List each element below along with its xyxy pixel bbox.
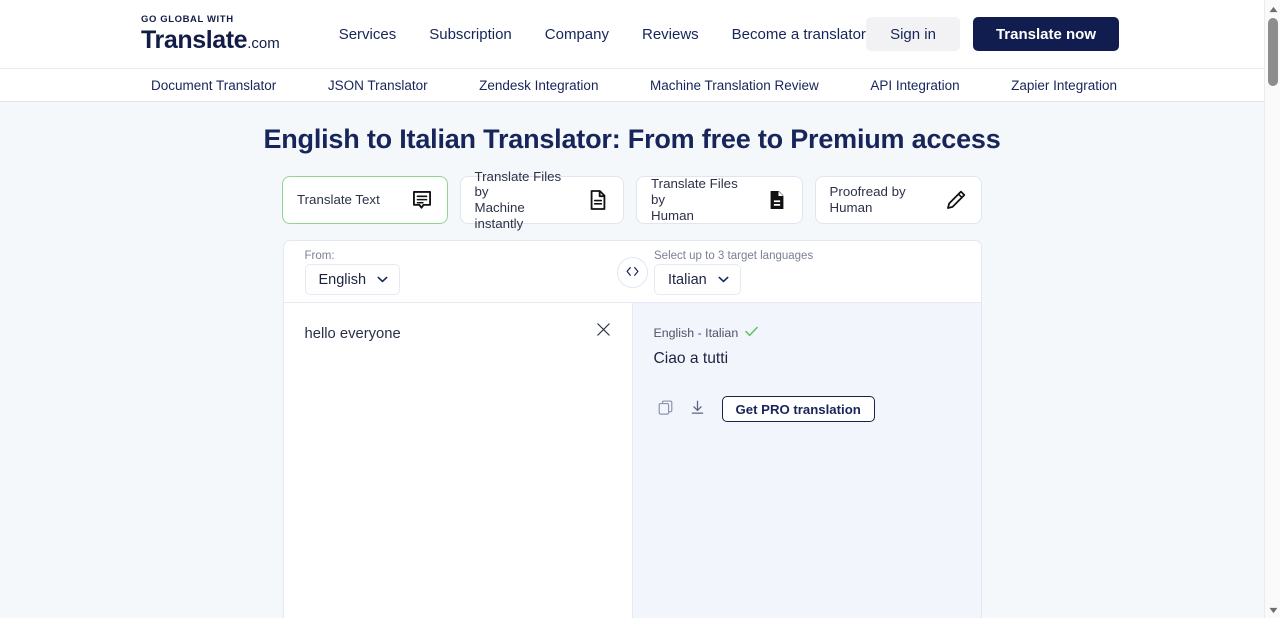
caret-down-icon (1269, 601, 1278, 618)
scroll-down-button[interactable] (1265, 601, 1280, 618)
tab-label: Proofread by Human (829, 184, 906, 215)
translation-output-panel: English - Italian Ciao a tutti Get PRO t… (632, 303, 981, 618)
source-language-select[interactable]: English (304, 264, 401, 295)
clear-text-button[interactable] (594, 319, 614, 339)
nav-item-subscription[interactable]: Subscription (429, 26, 512, 43)
copy-button[interactable] (654, 398, 677, 421)
caret-up-icon (1269, 0, 1278, 18)
page-scrollbar[interactable] (1264, 0, 1280, 618)
document-filled-icon (766, 189, 788, 211)
tab-translate-files-human[interactable]: Translate Files by Human (636, 176, 803, 224)
copy-icon (657, 399, 674, 419)
secondary-nav: Document Translator JSON Translator Zend… (0, 68, 1264, 102)
brand-suffix: .com (247, 34, 280, 52)
download-icon (689, 399, 706, 419)
header-actions: Sign in Translate now (866, 17, 1119, 51)
language-pair-row: English - Italian (654, 324, 981, 342)
language-pair-label: English - Italian (653, 326, 739, 340)
tab-translate-text[interactable]: Translate Text (282, 176, 448, 224)
subnav-item-zapier-integration[interactable]: Zapier Integration (1011, 78, 1117, 93)
scroll-up-button[interactable] (1265, 0, 1280, 17)
pencil-icon (945, 189, 967, 211)
document-outline-icon (587, 189, 609, 211)
source-language-value: English (318, 271, 367, 288)
mode-tabs: Translate Text Translate Files by Machin… (282, 169, 982, 231)
subnav-item-zendesk-integration[interactable]: Zendesk Integration (479, 78, 598, 93)
brand-tagline: GO GLOBAL WITH (141, 14, 234, 26)
nav-item-reviews[interactable]: Reviews (642, 26, 699, 43)
tab-label: Translate Text (297, 192, 380, 208)
subnav-item-api-integration[interactable]: API Integration (870, 78, 959, 93)
subnav-item-machine-translation-review[interactable]: Machine Translation Review (650, 78, 819, 93)
nav-item-company[interactable]: Company (545, 26, 609, 43)
scrollbar-thumb[interactable] (1268, 18, 1278, 86)
tab-label: Translate Files by Human (651, 176, 738, 223)
page-title: English to Italian Translator: From free… (263, 124, 1001, 154)
check-icon (745, 324, 759, 342)
subnav-item-json-translator[interactable]: JSON Translator (328, 78, 428, 93)
nav-item-become-a-translator[interactable]: Become a translator (732, 26, 866, 43)
tab-proofread-by-human[interactable]: Proofread by Human (814, 176, 982, 224)
download-button[interactable] (686, 398, 709, 421)
translated-text: Ciao a tutti (653, 350, 729, 367)
page-body: English to Italian Translator: From free… (0, 102, 1264, 618)
translation-panels: hello everyone English - Italian Ciao a … (283, 303, 981, 618)
target-language-value: Italian (668, 271, 707, 288)
target-language-column: Select up to 3 target languages Italian (631, 241, 981, 302)
translate-now-button[interactable]: Translate now (972, 17, 1119, 51)
tab-label: Translate Files by Machine instantly (474, 168, 562, 231)
chevron-down-icon (718, 276, 729, 283)
browser-viewport: GO GLOBAL WITH Translate.com Services Su… (0, 0, 1280, 618)
source-caption: From: (304, 250, 335, 262)
brand-logo[interactable]: GO GLOBAL WITH Translate.com (141, 15, 280, 53)
source-text[interactable]: hello everyone (305, 325, 632, 344)
primary-nav: Services Subscription Company Reviews Be… (339, 26, 866, 43)
swap-arrows-icon (625, 264, 640, 282)
speech-bubble-icon (411, 189, 433, 211)
language-selector-row: From: English Select up to 3 target lang… (283, 241, 981, 303)
chevron-down-icon (377, 276, 388, 283)
output-actions: Get PRO translation (654, 396, 981, 423)
target-caption: Select up to 3 target languages (654, 250, 814, 262)
target-language-select[interactable]: Italian (654, 264, 741, 295)
nav-item-services[interactable]: Services (339, 26, 397, 43)
get-pro-translation-button[interactable]: Get PRO translation (721, 396, 875, 423)
sign-in-button[interactable]: Sign in (866, 17, 960, 51)
translator-card: From: English Select up to 3 target lang… (282, 240, 982, 618)
source-text-panel[interactable]: hello everyone (283, 303, 633, 618)
brand-name: Translate.com (141, 25, 280, 54)
source-language-column: From: English (284, 241, 632, 302)
swap-languages-button[interactable] (616, 257, 648, 288)
tab-translate-files-machine[interactable]: Translate Files by Machine instantly (459, 169, 625, 231)
subnav-item-document-translator[interactable]: Document Translator (151, 78, 276, 93)
site-header: GO GLOBAL WITH Translate.com Services Su… (0, 0, 1264, 68)
